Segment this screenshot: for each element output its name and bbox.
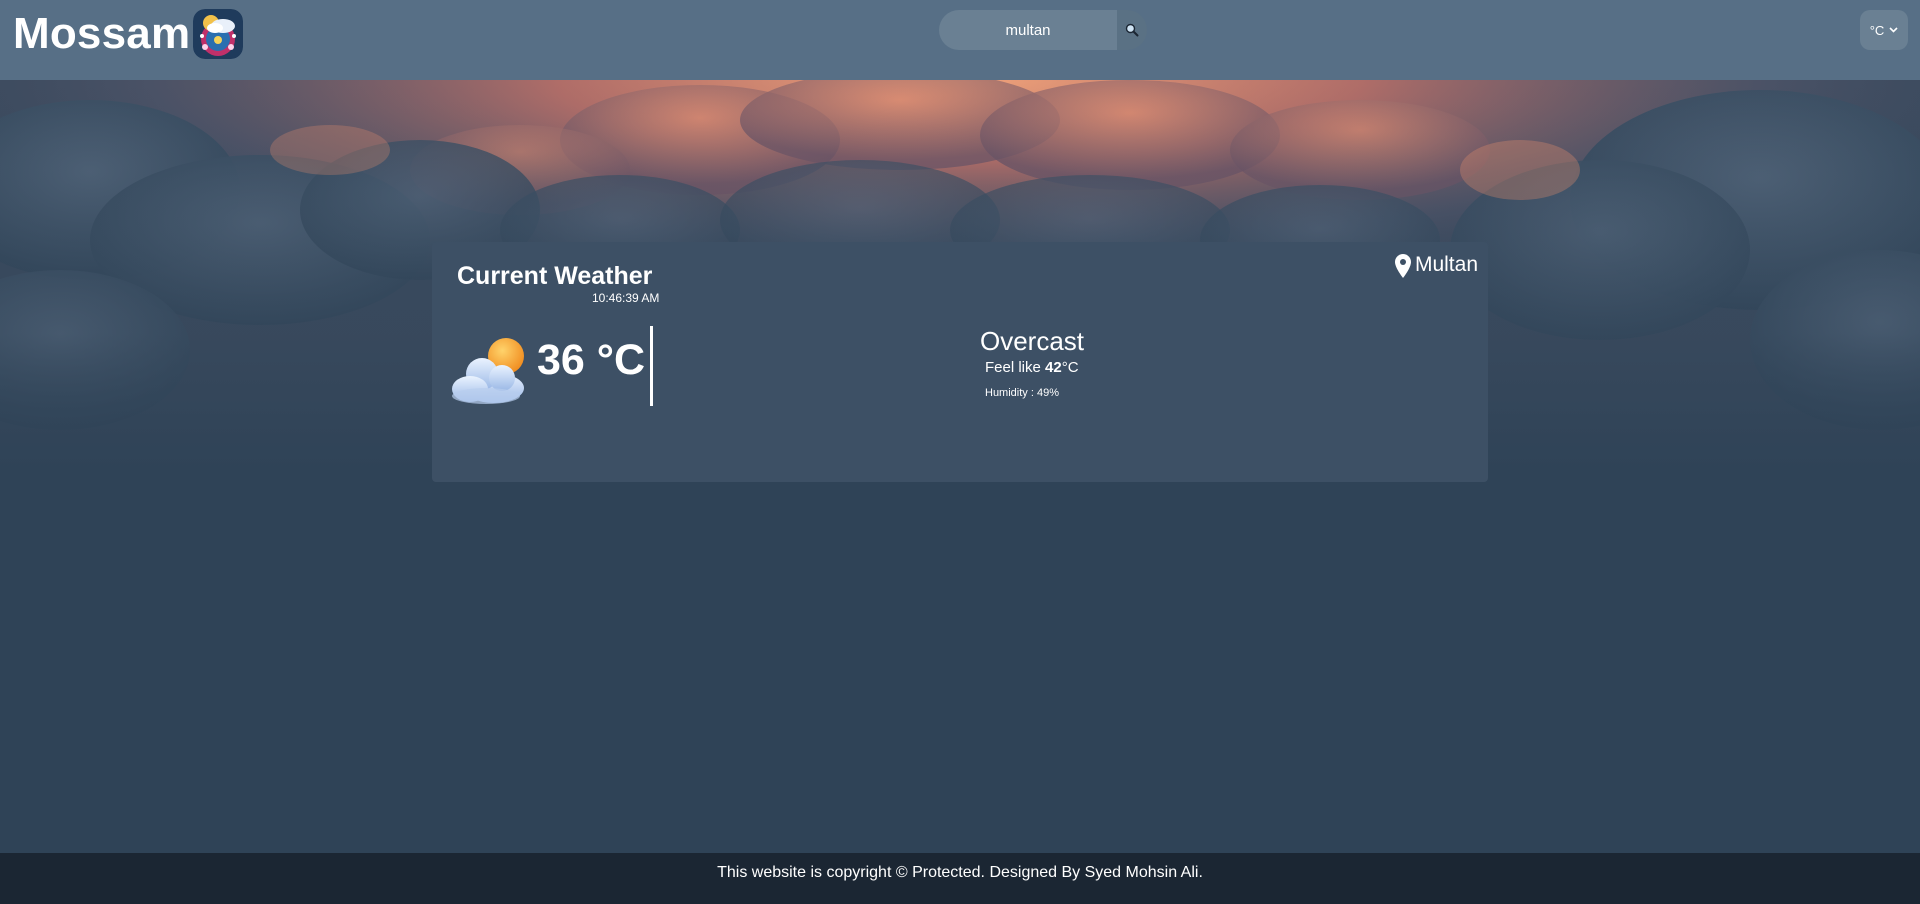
humidity: Humidity : 49% <box>985 387 1059 399</box>
brand[interactable]: Mossam <box>13 8 244 60</box>
brand-name[interactable]: Mossam <box>13 8 190 60</box>
top-header: Mossam °C <box>0 0 1920 80</box>
feels-like-unit: °C <box>1061 359 1079 376</box>
unit-selected-value: °C <box>1869 22 1885 38</box>
partly-cloudy-icon <box>452 338 524 404</box>
search-button[interactable] <box>1117 10 1147 50</box>
feels-like-value: 42 <box>1045 359 1062 376</box>
location: Multan <box>1394 252 1478 278</box>
weather-card: Current Weather 10:46:39 AM Multan 36 °C… <box>432 242 1488 482</box>
card-title: Current Weather <box>457 262 653 290</box>
feels-like: Feel like 42°C <box>985 359 1079 376</box>
weather-condition: Overcast <box>980 326 1085 356</box>
footer: This website is copyright © Protected. D… <box>0 853 1920 904</box>
search-bar <box>939 10 1147 50</box>
search-input[interactable] <box>939 10 1117 50</box>
chevron-down-icon <box>1889 27 1898 33</box>
search-icon <box>1125 23 1139 37</box>
copyright-text: This website is copyright © Protected. D… <box>717 863 1203 881</box>
location-label: Multan <box>1414 253 1478 276</box>
logo-icon <box>193 9 244 59</box>
unit-selector[interactable]: °C <box>1860 10 1908 50</box>
divider <box>650 326 653 406</box>
current-time: 10:46:39 AM <box>592 291 660 305</box>
location-pin-icon <box>1394 254 1411 278</box>
feels-like-prefix: Feel like <box>985 359 1046 376</box>
temperature: 36 °C <box>537 336 646 384</box>
